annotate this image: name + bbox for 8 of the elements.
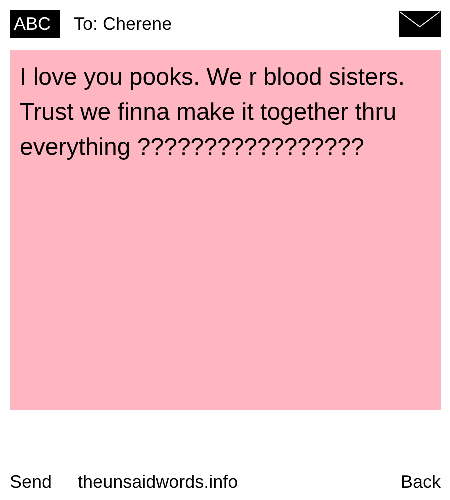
message-text: I love you pooks. We r blood sisters. Trust we finna make it together thru everything ????????????????? [20,64,406,161]
message-area[interactable]: I love you pooks. We r blood sisters. Trust we finna make it together thru everything ????????????????? [10,50,441,410]
back-softkey[interactable]: Back [400,470,441,494]
send-softkey[interactable]: Send [10,470,52,494]
input-mode-label: ABC [10,10,60,38]
envelope-icon [399,11,441,37]
recipient-label: To: Cherene [74,14,172,34]
site-label: theunsaidwords.info [78,471,238,494]
